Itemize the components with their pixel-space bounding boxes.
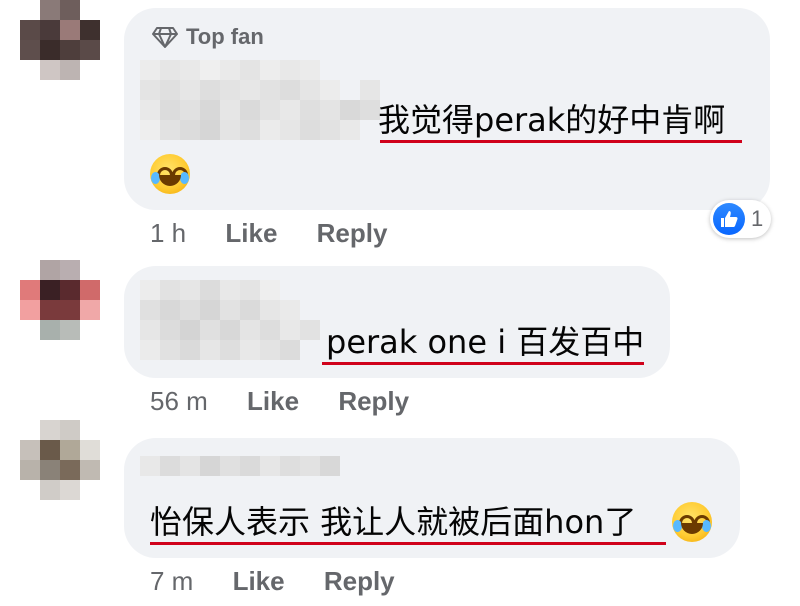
comment-text: 我觉得perak的好中肯啊 xyxy=(378,101,726,139)
author-name-blurred[interactable] xyxy=(140,280,280,300)
highlight-underline xyxy=(380,140,742,143)
timestamp[interactable]: 1 h xyxy=(150,218,186,248)
author-name-blurred xyxy=(140,340,300,360)
reply-button[interactable]: Reply xyxy=(317,218,388,248)
reaction-badge[interactable]: 1 xyxy=(710,200,772,238)
author-name-blurred xyxy=(140,80,380,100)
comment-meta: 7 m Like Reply xyxy=(150,566,395,596)
comment-meta: 1 h Like Reply xyxy=(150,218,387,248)
top-fan-label: Top fan xyxy=(186,24,264,49)
highlight-underline xyxy=(150,542,666,545)
author-name-blurred xyxy=(140,320,320,340)
thumbs-up-icon xyxy=(713,203,745,235)
author-name-blurred xyxy=(140,100,380,120)
author-name-blurred xyxy=(140,300,300,320)
comment-text: 怡保人表示 我让人就被后面hon了 xyxy=(150,503,637,541)
author-name-blurred xyxy=(140,120,360,140)
avatar[interactable] xyxy=(20,260,100,340)
timestamp[interactable]: 56 m xyxy=(150,386,208,416)
reply-button[interactable]: Reply xyxy=(338,386,409,416)
author-name-blurred[interactable] xyxy=(140,456,340,476)
author-name-blurred[interactable] xyxy=(140,60,320,80)
laughing-tears-emoji xyxy=(672,502,712,542)
reaction-count: 1 xyxy=(751,206,764,231)
like-button[interactable]: Like xyxy=(247,386,299,416)
comment-text: perak one i 百发百中 xyxy=(326,323,645,361)
comment-meta: 56 m Like Reply xyxy=(150,386,409,416)
reply-button[interactable]: Reply xyxy=(324,566,395,596)
top-fan-badge: Top fan xyxy=(152,24,264,50)
like-button[interactable]: Like xyxy=(233,566,285,596)
avatar[interactable] xyxy=(20,420,100,500)
timestamp[interactable]: 7 m xyxy=(150,566,193,596)
diamond-icon xyxy=(152,27,178,48)
avatar[interactable] xyxy=(20,0,100,80)
laughing-tears-emoji xyxy=(150,154,190,194)
highlight-underline xyxy=(322,362,644,365)
like-button[interactable]: Like xyxy=(225,218,277,248)
